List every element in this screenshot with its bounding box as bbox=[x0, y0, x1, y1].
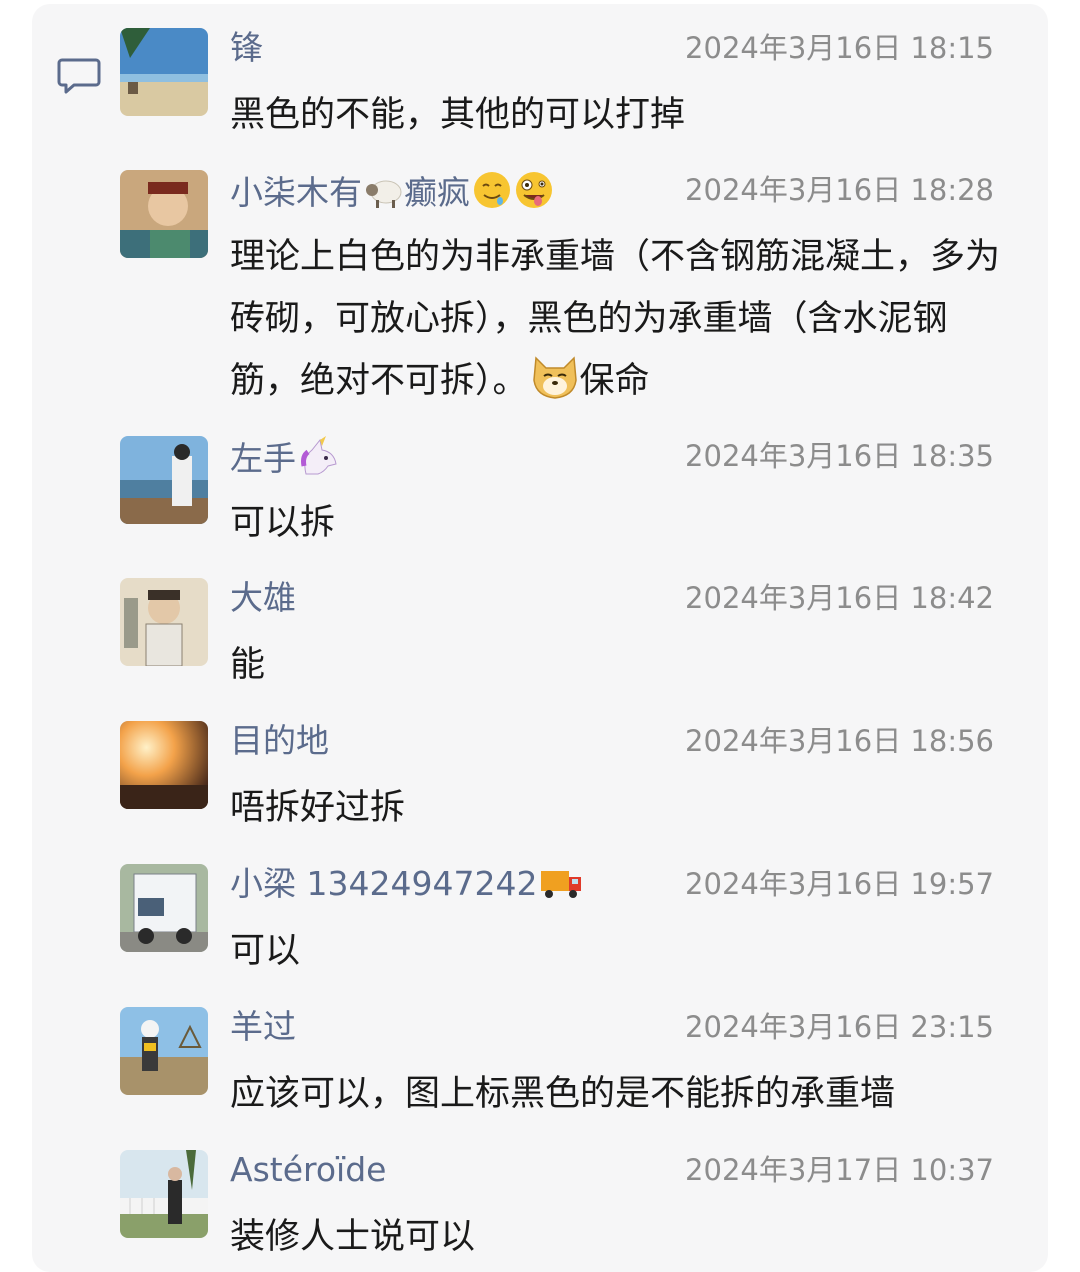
comment-text: 可以拆 bbox=[230, 503, 336, 543]
avatar[interactable] bbox=[120, 28, 208, 116]
avatar[interactable] bbox=[120, 578, 208, 666]
avatar[interactable] bbox=[120, 721, 208, 809]
comment-item: 锋 2024年3月16日 18:15 黑色的不能，其他的可以打掉 bbox=[120, 28, 1000, 135]
avatar[interactable] bbox=[120, 436, 208, 524]
drooling-face-emoji-icon bbox=[474, 172, 510, 208]
commenter-name-text: 小梁 13424947242 bbox=[230, 864, 538, 903]
commenter-name[interactable]: 目的地 bbox=[230, 721, 329, 761]
avatar[interactable] bbox=[120, 1150, 208, 1238]
comment-text-suffix: 保命 bbox=[579, 361, 650, 401]
commenter-name[interactable]: 左手 bbox=[230, 436, 340, 479]
avatar[interactable] bbox=[120, 864, 208, 952]
comment-time: 2024年3月16日 18:35 bbox=[685, 439, 994, 473]
commenter-name[interactable]: 小柒木有 癫疯 bbox=[230, 170, 554, 213]
comment-text: 黑色的不能，其他的可以打掉 bbox=[230, 95, 686, 135]
commenter-name[interactable]: 羊过 bbox=[230, 1007, 296, 1047]
sheep-emoji-icon bbox=[366, 180, 402, 208]
commenter-name-suffix: 癫疯 bbox=[404, 173, 470, 212]
comment-time: 2024年3月17日 10:37 bbox=[685, 1153, 994, 1187]
avatar[interactable] bbox=[120, 1007, 208, 1095]
comment-item: 大雄 2024年3月16日 18:42 能 bbox=[120, 578, 1000, 685]
comment-time: 2024年3月16日 19:57 bbox=[685, 867, 994, 901]
unicorn-emoji-icon bbox=[301, 436, 337, 475]
commenter-name[interactable]: 大雄 bbox=[230, 578, 296, 618]
zany-face-emoji-icon bbox=[516, 172, 552, 208]
comment-time: 2024年3月16日 18:56 bbox=[685, 724, 994, 758]
commenter-name[interactable]: 小梁 13424947242 bbox=[230, 864, 585, 904]
comment-item: 小柒木有 癫疯 2024年3月16日 18:28 理论上白色的为非承重墙（不含钢筋… bbox=[120, 170, 1000, 401]
truck-emoji-icon bbox=[541, 871, 582, 898]
comment-item: 目的地 2024年3月16日 18:56 唔拆好过拆 bbox=[120, 721, 1000, 828]
comment-text: 可以 bbox=[230, 931, 301, 971]
commenter-name-text: 小柒木有 bbox=[230, 173, 362, 212]
comment-bubble-icon[interactable] bbox=[56, 56, 102, 96]
comment-text: 能 bbox=[230, 645, 266, 685]
comment-text: 唔拆好过拆 bbox=[230, 788, 406, 828]
comment-time: 2024年3月16日 18:15 bbox=[685, 31, 994, 65]
avatar[interactable] bbox=[120, 170, 208, 258]
comment-text: 应该可以，图上标黑色的是不能拆的承重墙 bbox=[230, 1074, 896, 1114]
commenter-name[interactable]: Astéroïde bbox=[230, 1150, 386, 1190]
commenter-name[interactable]: 锋 bbox=[230, 28, 263, 68]
comment-time: 2024年3月16日 18:42 bbox=[685, 581, 994, 615]
comment-item: 左手 2024年3月16日 18:35 可以拆 bbox=[120, 436, 1000, 543]
comment-item: 小梁 13424947242 2024年3月16日 19:57 可以 bbox=[120, 864, 1000, 971]
comment-item: 羊过 2024年3月16日 23:15 应该可以，图上标黑色的是不能拆的承重墙 bbox=[120, 1007, 1000, 1114]
commenter-name-text: 左手 bbox=[230, 439, 296, 478]
comment-item: Astéroïde 2024年3月17日 10:37 装修人士说可以 bbox=[120, 1150, 1000, 1257]
comment-text: 理论上白色的为非承重墙（不含钢筋混凝土，多为砖砌，可放心拆），黑色的为承重墙（含… bbox=[230, 226, 1002, 412]
doge-emoji-icon bbox=[532, 356, 577, 399]
comment-time: 2024年3月16日 18:28 bbox=[685, 173, 994, 207]
comment-time: 2024年3月16日 23:15 bbox=[685, 1010, 994, 1044]
comment-text: 装修人士说可以 bbox=[230, 1217, 476, 1257]
